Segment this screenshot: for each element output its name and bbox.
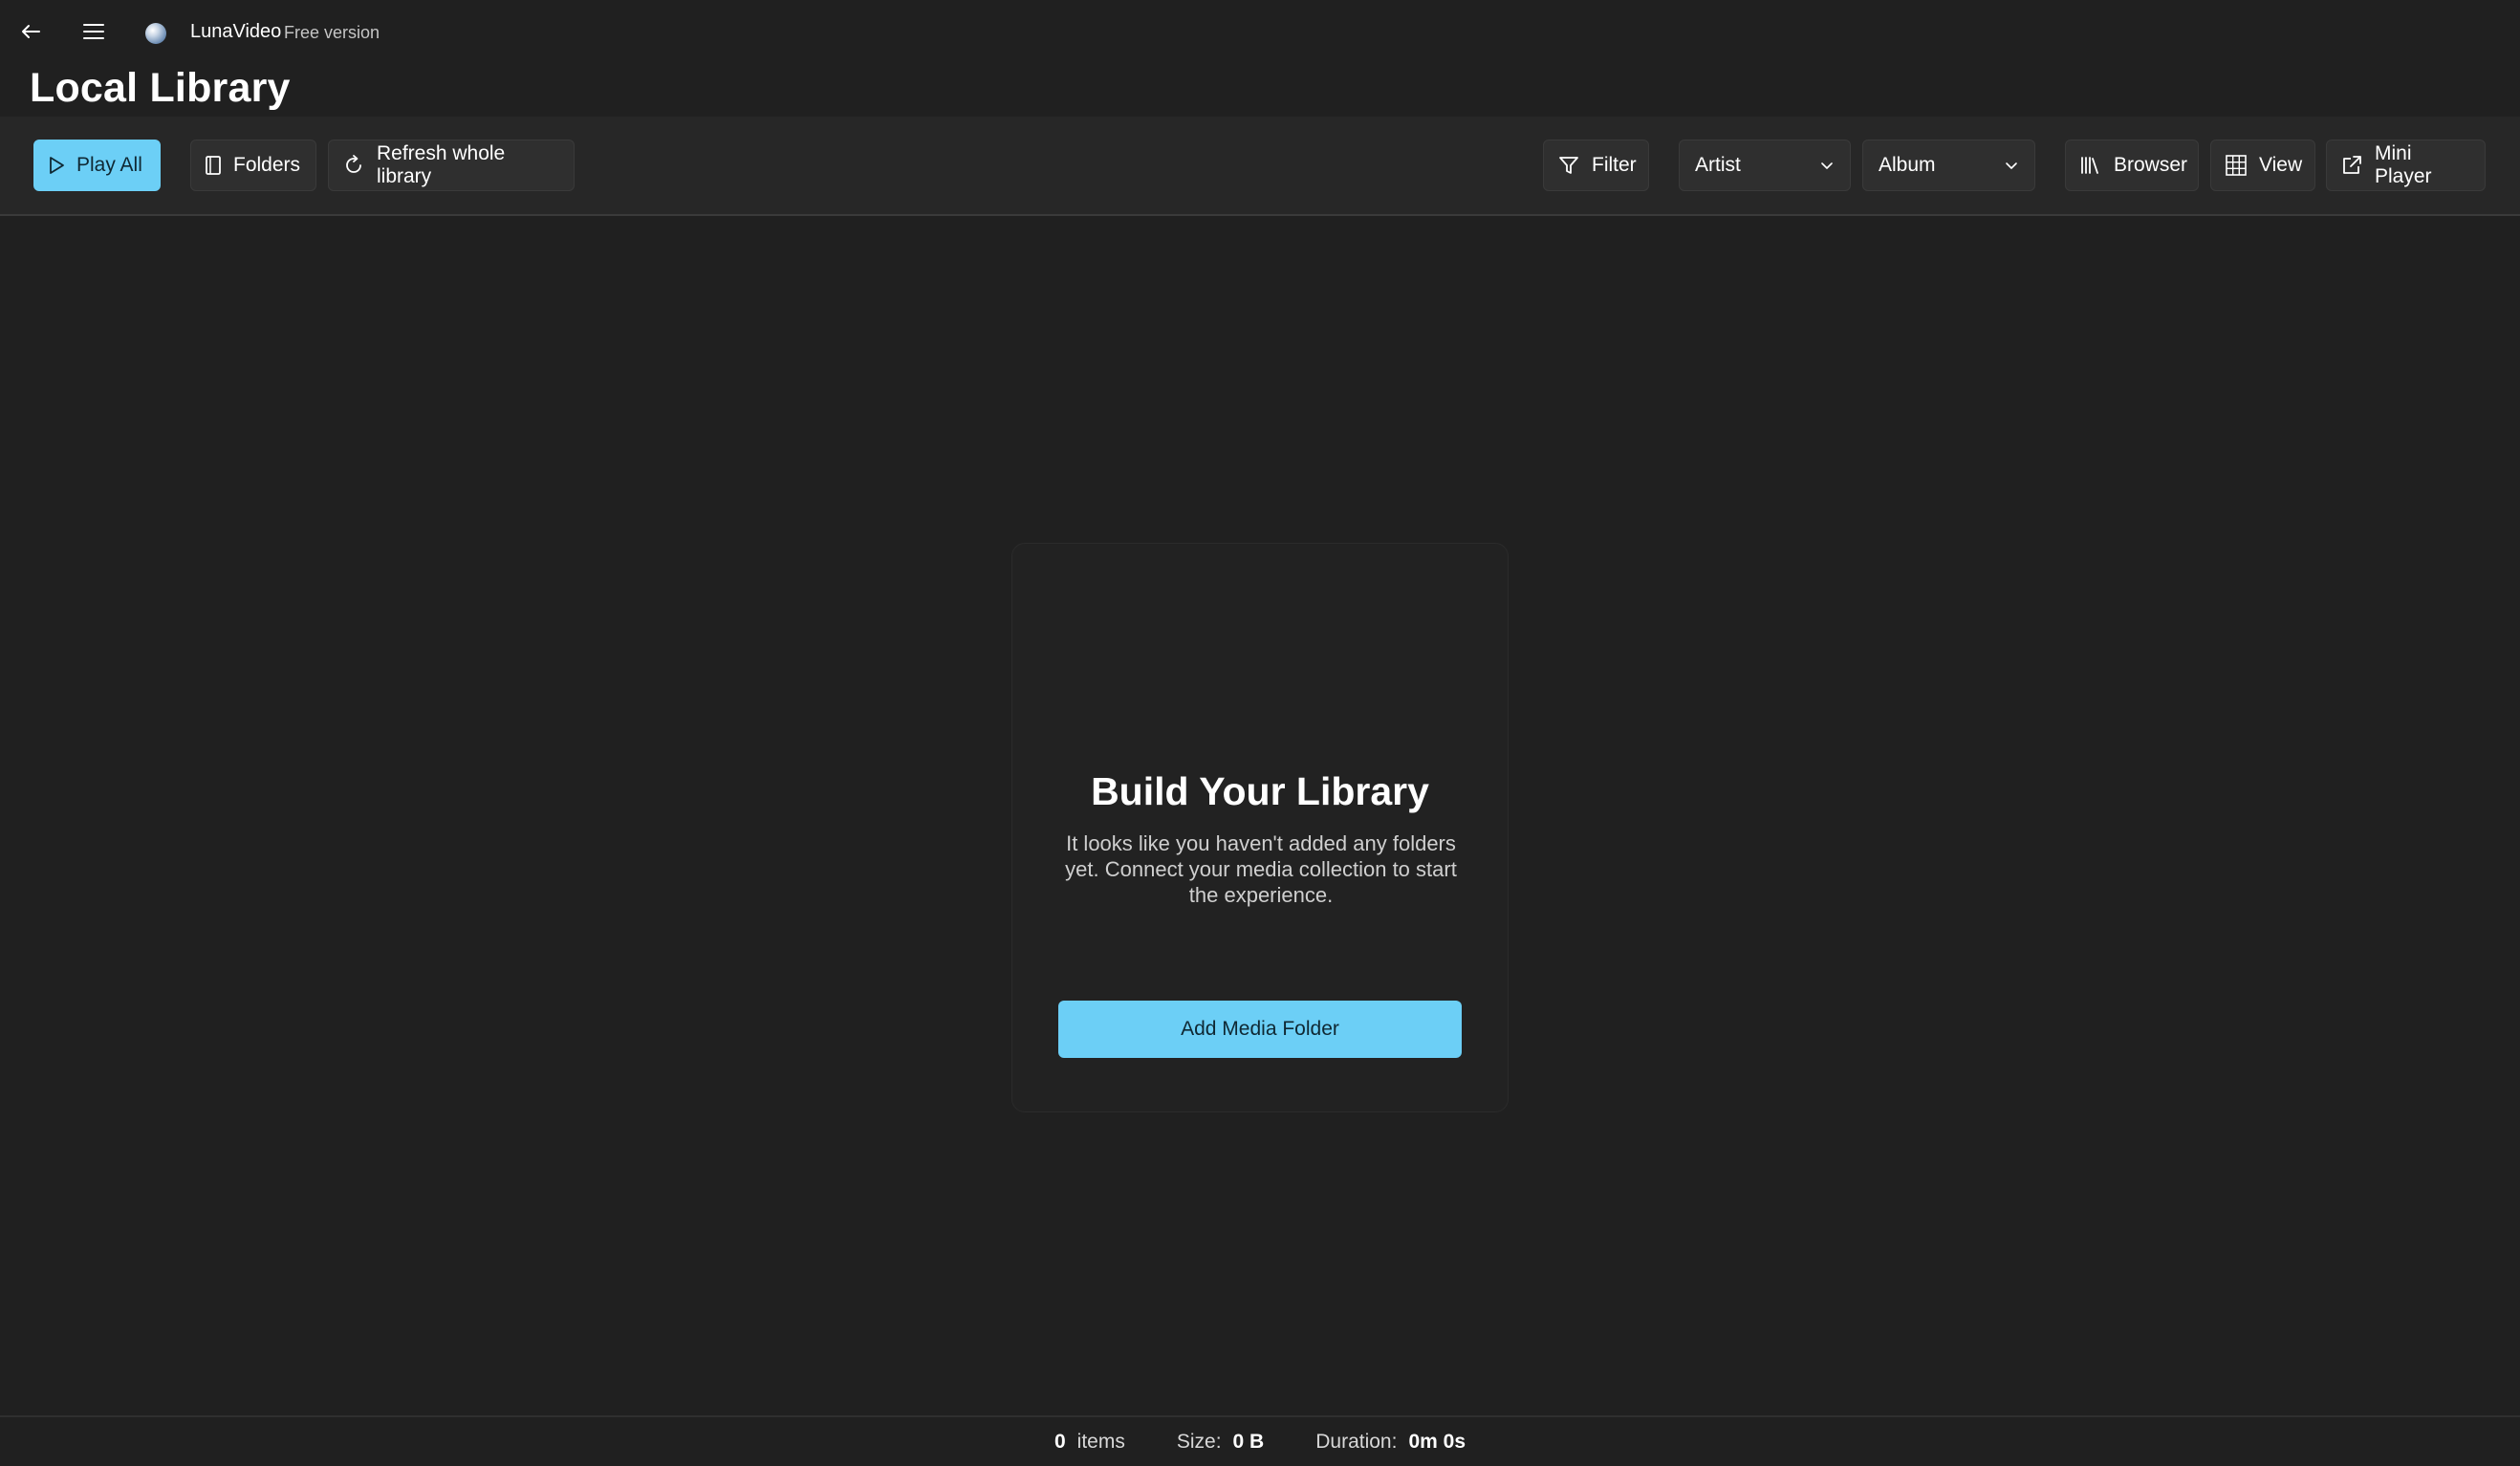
folder-icon [205,155,222,176]
album-dropdown-value: Album [1879,154,1936,176]
size-value: 0 B [1232,1430,1265,1453]
folders-label: Folders [233,154,301,176]
refresh-library-label: Refresh whole library [377,142,506,187]
library-icon [2079,155,2102,176]
chevron-down-icon [1821,162,1833,169]
play-all-button[interactable]: Play All [33,140,161,191]
filter-label: Filter [1592,154,1637,176]
mini-player-button[interactable]: Mini Player [2326,140,2486,191]
view-label: View [2259,154,2303,176]
empty-library-card: Build Your Library It looks like you hav… [1011,543,1509,1112]
size-label: Size: [1176,1430,1222,1453]
browser-button[interactable]: Browser [2065,140,2199,191]
refresh-library-button[interactable]: Refresh whole library [328,140,575,191]
status-bar: 0 items Size: 0 B Duration: 0m 0s [0,1415,2520,1466]
refresh-icon [342,154,365,177]
hamburger-menu-icon [83,24,104,39]
items-count: 0 [1054,1430,1066,1453]
page-title: Local Library [30,65,291,111]
folders-button[interactable]: Folders [190,140,316,191]
back-button[interactable] [16,17,45,46]
play-icon [48,156,65,175]
chevron-down-icon [2006,162,2017,169]
browser-label: Browser [2114,154,2188,176]
title-bar: LunaVideo Free version [0,0,2520,67]
artist-dropdown-value: Artist [1695,154,1741,176]
grid-icon [2225,154,2248,177]
app-edition: Free version [284,23,380,42]
items-stat: 0 items [1054,1431,1125,1454]
empty-state-title: Build Your Library [1091,769,1429,813]
duration-stat: Duration: 0m 0s [1315,1431,1466,1454]
toolbar: Play All Folders Refresh whole library F… [0,117,2520,216]
duration-label: Duration: [1315,1430,1398,1453]
duration-value: 0m 0s [1408,1430,1466,1453]
empty-state-description: It looks like you haven't added any fold… [1065,831,1457,907]
filter-icon [1557,154,1580,177]
album-dropdown[interactable]: Album [1862,140,2035,191]
items-label: items [1076,1430,1125,1453]
view-button[interactable]: View [2210,140,2315,191]
artist-dropdown[interactable]: Artist [1679,140,1851,191]
popout-icon [2340,154,2363,177]
back-arrow-icon [22,25,40,38]
play-all-label: Play All [76,154,142,176]
add-media-folder-button[interactable]: Add Media Folder [1058,1001,1462,1058]
mini-player-label: Mini Player [2375,142,2432,187]
app-name: LunaVideo [190,21,282,42]
size-stat: Size: 0 B [1177,1431,1264,1454]
menu-button[interactable] [79,17,108,46]
app-logo [145,23,166,44]
filter-button[interactable]: Filter [1543,140,1649,191]
